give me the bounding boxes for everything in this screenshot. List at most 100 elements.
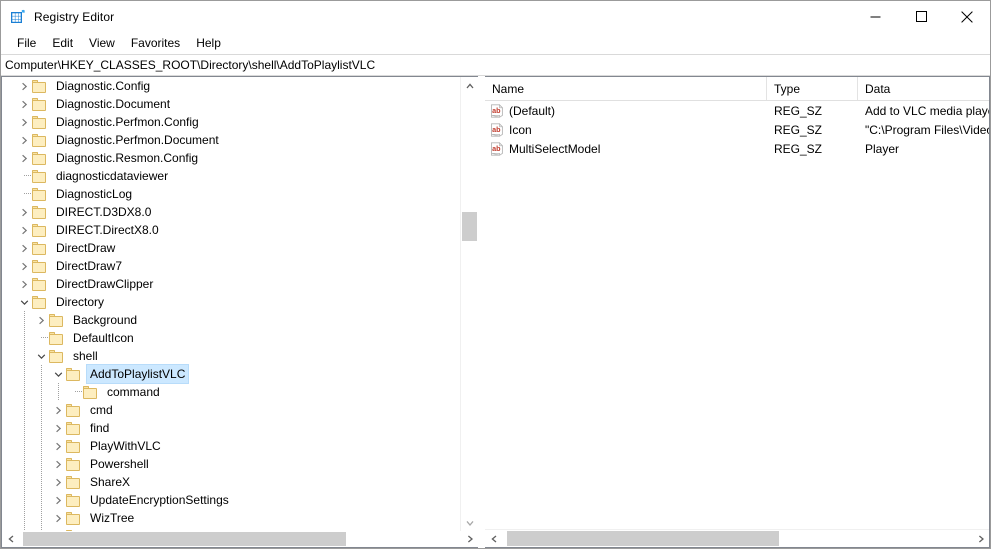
tree-item[interactable]: Diagnostic.Perfmon.Document bbox=[2, 131, 460, 149]
tree-item[interactable]: DirectDraw bbox=[2, 239, 460, 257]
tree-item[interactable]: cmd bbox=[2, 401, 460, 419]
tree-guide-line bbox=[41, 455, 42, 473]
chevron-right-icon[interactable] bbox=[16, 131, 32, 149]
scroll-right-icon[interactable] bbox=[461, 531, 478, 547]
chevron-right-icon[interactable] bbox=[16, 203, 32, 221]
chevron-right-icon[interactable] bbox=[16, 149, 32, 167]
scroll-left-icon[interactable] bbox=[485, 530, 502, 547]
tree-indent bbox=[2, 401, 50, 419]
chevron-right-icon[interactable] bbox=[50, 437, 66, 455]
tree-item[interactable]: Diagnostic.Document bbox=[2, 95, 460, 113]
chevron-right-icon[interactable] bbox=[16, 95, 32, 113]
chevron-down-icon[interactable] bbox=[33, 347, 49, 365]
column-header-type[interactable]: Type bbox=[767, 77, 858, 100]
minimize-button[interactable] bbox=[852, 1, 898, 32]
chevron-down-icon[interactable] bbox=[16, 293, 32, 311]
tree-guide-line bbox=[41, 509, 42, 527]
registry-values-pane: Name Type Data ab (Default) REG_SZ Add to V… bbox=[485, 76, 990, 548]
tree-item[interactable]: DirectDrawClipper bbox=[2, 275, 460, 293]
tree-indent bbox=[2, 347, 33, 365]
table-row[interactable]: ab (Default) REG_SZ Add to VLC media player… bbox=[485, 101, 989, 120]
tree-item-label: AddToPlaylistVLC bbox=[85, 364, 190, 384]
values-hscroll-thumb[interactable] bbox=[506, 531, 780, 546]
chevron-right-icon[interactable] bbox=[16, 239, 32, 257]
tree-item[interactable]: DiagnosticLog bbox=[2, 185, 460, 203]
chevron-right-icon[interactable] bbox=[16, 221, 32, 239]
registry-tree[interactable]: Diagnostic.Config Diagnostic.Document Diag… bbox=[2, 77, 460, 531]
chevron-right-icon[interactable] bbox=[50, 419, 66, 437]
chevron-right-icon[interactable] bbox=[50, 473, 66, 491]
column-header-name[interactable]: Name bbox=[485, 77, 767, 100]
tree-item[interactable]: WizTree bbox=[2, 509, 460, 527]
tree-horizontal-scrollbar[interactable] bbox=[1, 531, 478, 548]
value-data-cell: Add to VLC media player's Playlist bbox=[865, 103, 989, 118]
scroll-down-icon[interactable] bbox=[461, 514, 478, 531]
scroll-left-icon[interactable] bbox=[2, 531, 19, 547]
values-hscroll-track[interactable] bbox=[502, 530, 972, 547]
tree-item[interactable]: UpdateEncryptionSettings bbox=[2, 491, 460, 509]
tree-item[interactable]: PlayWithVLC bbox=[2, 437, 460, 455]
tree-item[interactable]: Directory bbox=[2, 293, 460, 311]
tree-item-label: UpdateEncryptionSettings bbox=[90, 493, 229, 507]
chevron-right-icon[interactable] bbox=[50, 455, 66, 473]
table-row[interactable]: ab Icon REG_SZ "C:\Program Files\VideoLAN\V… bbox=[485, 120, 989, 139]
address-bar[interactable]: Computer\HKEY_CLASSES_ROOT\Directory\she… bbox=[1, 54, 990, 76]
tree-item[interactable]: Powershell bbox=[2, 455, 460, 473]
chevron-right-icon[interactable] bbox=[50, 509, 66, 527]
value-type-cell: REG_SZ bbox=[774, 141, 823, 156]
tree-indent bbox=[2, 491, 50, 509]
menu-item-help[interactable]: Help bbox=[188, 34, 229, 53]
tree-indent bbox=[2, 329, 33, 347]
tree-item[interactable]: Background bbox=[2, 311, 460, 329]
menu-item-edit[interactable]: Edit bbox=[44, 34, 81, 53]
chevron-right-icon[interactable] bbox=[16, 275, 32, 293]
tree-item-label: Diagnostic.Document bbox=[56, 97, 171, 111]
menu-item-favorites[interactable]: Favorites bbox=[123, 34, 188, 53]
tree-item[interactable]: command bbox=[2, 383, 460, 401]
tree-vertical-scrollbar[interactable] bbox=[460, 77, 478, 531]
tree-item[interactable]: DIRECT.D3DX8.0 bbox=[2, 203, 460, 221]
scroll-up-icon[interactable] bbox=[461, 77, 478, 94]
values-column-headers: Name Type Data bbox=[485, 77, 989, 101]
value-data-cell: "C:\Program Files\VideoLAN\VLC\vlc.exe",… bbox=[865, 122, 989, 137]
tree-scroll-thumb[interactable] bbox=[462, 211, 477, 241]
values-list[interactable]: ab (Default) REG_SZ Add to VLC media player… bbox=[485, 101, 989, 529]
scroll-right-icon[interactable] bbox=[972, 530, 989, 547]
column-header-data[interactable]: Data bbox=[858, 77, 989, 100]
chevron-right-icon[interactable] bbox=[16, 113, 32, 131]
tree-item[interactable]: diagnosticdataviewer bbox=[2, 167, 460, 185]
tree-indent bbox=[2, 473, 50, 491]
tree-guide-line bbox=[24, 383, 25, 401]
table-row[interactable]: ab MultiSelectModel REG_SZ Player bbox=[485, 139, 989, 158]
chevron-right-icon[interactable] bbox=[33, 311, 49, 329]
menu-item-file[interactable]: File bbox=[9, 34, 44, 53]
values-horizontal-scrollbar[interactable] bbox=[485, 529, 989, 547]
chevron-right-icon[interactable] bbox=[50, 401, 66, 419]
tree-item[interactable]: ShareX bbox=[2, 473, 460, 491]
chevron-down-icon[interactable] bbox=[50, 365, 66, 383]
tree-item-label: Background bbox=[73, 313, 138, 327]
tree-item[interactable]: DefaultIcon bbox=[2, 329, 460, 347]
menu-item-view[interactable]: View bbox=[81, 34, 123, 53]
tree-item[interactable]: Diagnostic.Perfmon.Config bbox=[2, 113, 460, 131]
tree-item[interactable]: DIRECT.DirectX8.0 bbox=[2, 221, 460, 239]
tree-hscroll-thumb[interactable] bbox=[23, 532, 347, 546]
tree-guide-line bbox=[24, 311, 25, 329]
maximize-button[interactable] bbox=[898, 1, 944, 32]
tree-item-selected[interactable]: AddToPlaylistVLC bbox=[2, 364, 460, 384]
tree-item[interactable]: shell bbox=[2, 347, 460, 365]
chevron-right-icon[interactable] bbox=[16, 257, 32, 275]
tree-item[interactable]: Diagnostic.Config bbox=[2, 77, 460, 95]
tree-hscroll-track[interactable] bbox=[19, 531, 461, 547]
tree-item[interactable]: Diagnostic.Resmon.Config bbox=[2, 149, 460, 167]
tree-scroll-track[interactable] bbox=[461, 94, 478, 514]
folder-icon bbox=[32, 97, 47, 111]
chevron-right-icon[interactable] bbox=[50, 491, 66, 509]
tree-item[interactable]: DirectDraw7 bbox=[2, 257, 460, 275]
close-button[interactable] bbox=[944, 1, 990, 32]
tree-item[interactable]: find bbox=[2, 419, 460, 437]
chevron-right-icon[interactable] bbox=[16, 77, 32, 95]
